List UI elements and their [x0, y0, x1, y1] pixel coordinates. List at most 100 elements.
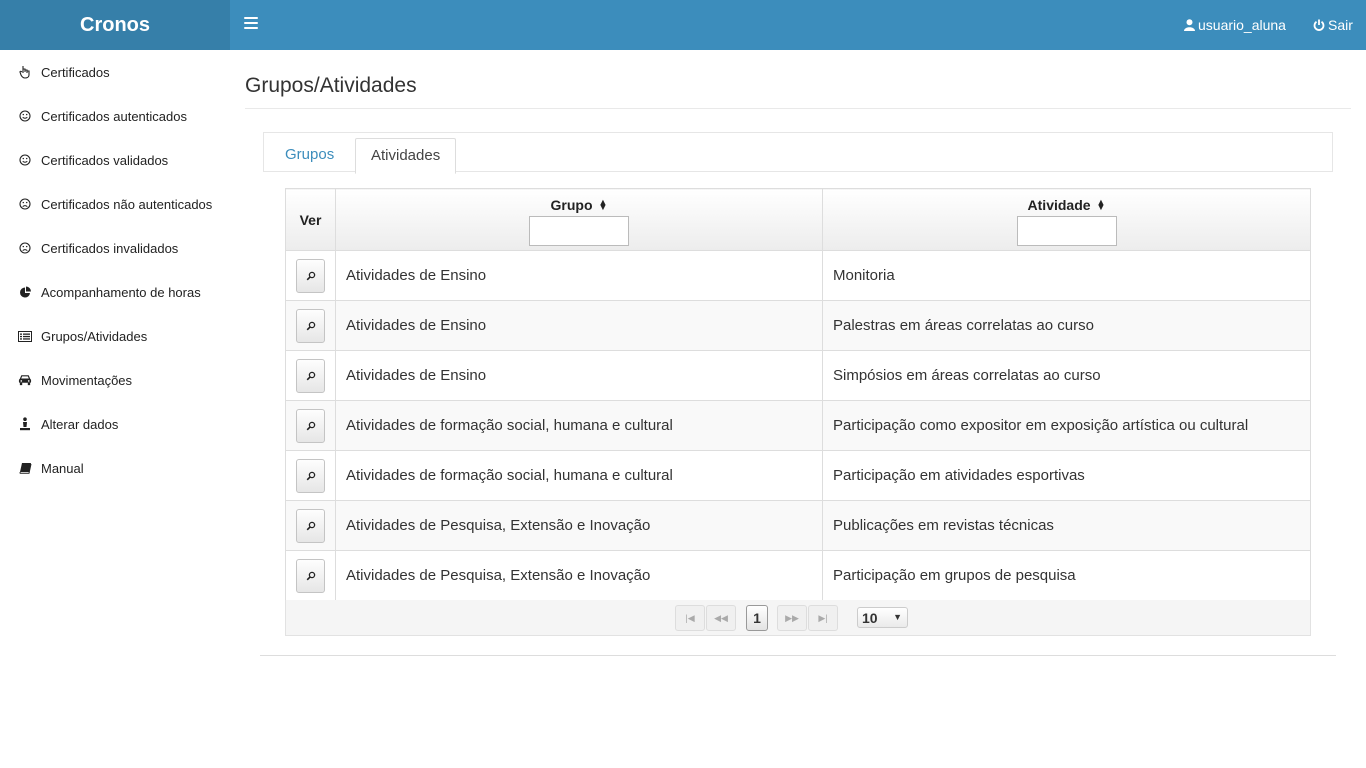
- search-icon: [306, 371, 315, 380]
- cell-atividade: Publicações em revistas técnicas: [822, 500, 1311, 551]
- tab-atividades[interactable]: Atividades: [355, 138, 457, 174]
- chevron-down-icon: ▼: [893, 612, 902, 622]
- prev-page-button[interactable]: ◀◀: [706, 605, 736, 631]
- cell-atividade: Palestras em áreas correlatas ao curso: [822, 300, 1311, 351]
- sidebar-item-label: Certificados: [41, 64, 110, 80]
- top-bar: Cronos usuario_aluna Sair: [0, 0, 1366, 50]
- column-header-ver: Ver: [285, 188, 336, 251]
- cell-grupo: Atividades de Ensino: [335, 350, 823, 401]
- power-icon: [1313, 19, 1325, 31]
- rows-per-page-select[interactable]: 10 ▼: [857, 607, 908, 628]
- sidebar-item-label: Certificados validados: [41, 152, 169, 168]
- user-icon: [1184, 19, 1195, 31]
- logout-button[interactable]: Sair: [1313, 0, 1353, 50]
- search-icon: [306, 571, 315, 580]
- column-header-label[interactable]: Atividade: [1028, 197, 1091, 213]
- view-button[interactable]: [296, 458, 325, 493]
- search-icon: [306, 421, 315, 430]
- grupo-filter-input[interactable]: [529, 215, 629, 246]
- atividade-filter-input[interactable]: [1016, 215, 1117, 246]
- column-header-grupo[interactable]: Grupo ▲ ▼: [335, 188, 823, 251]
- divider: [260, 655, 1336, 656]
- sidebar-item-label: Certificados invalidados: [41, 240, 179, 256]
- smile-icon: [18, 109, 32, 123]
- sidebar: Certificados Certificados autenticados C…: [0, 50, 230, 768]
- sidebar-item-certificados-validados[interactable]: Certificados validados: [0, 138, 230, 182]
- view-button[interactable]: [296, 558, 325, 593]
- sort-icon[interactable]: ▲ ▼: [599, 197, 608, 211]
- table-row: Atividades de Ensino Palestras em áreas …: [285, 300, 1311, 351]
- column-header-atividade[interactable]: Atividade ▲ ▼: [822, 188, 1311, 251]
- table-row: Atividades de Pesquisa, Extensão e Inova…: [285, 500, 1311, 551]
- sidebar-item-label: Grupos/Atividades: [41, 328, 148, 344]
- user-menu[interactable]: usuario_aluna: [1184, 0, 1286, 50]
- page-button-current[interactable]: 1: [746, 605, 768, 631]
- table-row: Atividades de Ensino Simpósios em áreas …: [285, 350, 1311, 401]
- cell-grupo: Atividades de formação social, humana e …: [335, 450, 823, 501]
- table-row: Atividades de formação social, humana e …: [285, 450, 1311, 501]
- sort-icon[interactable]: ▲ ▼: [1097, 197, 1106, 211]
- user-icon: [18, 417, 32, 431]
- last-page-button[interactable]: ▶|: [808, 605, 838, 631]
- column-header-label: Ver: [299, 211, 322, 228]
- sidebar-item-label: Alterar dados: [41, 416, 119, 432]
- sidebar-item-label: Acompanhamento de horas: [41, 284, 201, 300]
- sidebar-toggle-icon[interactable]: [244, 17, 258, 33]
- search-icon: [306, 521, 315, 530]
- sidebar-item-manual[interactable]: Manual: [0, 446, 230, 490]
- cell-grupo: Atividades de formação social, humana e …: [335, 400, 823, 451]
- sidebar-item-movimentacoes[interactable]: Movimentações: [0, 358, 230, 402]
- rows-per-page-value: 10: [862, 609, 878, 626]
- cell-atividade: Participação em atividades esportivas: [822, 450, 1311, 501]
- sidebar-item-label: Movimentações: [41, 372, 133, 388]
- pie-chart-icon: [18, 285, 32, 299]
- cell-atividade: Monitoria: [822, 250, 1311, 301]
- paginator: |◀ ◀◀ 1 ▶▶ ▶| 10 ▼: [285, 600, 1311, 636]
- view-button[interactable]: [296, 308, 325, 343]
- user-name: usuario_aluna: [1198, 17, 1286, 33]
- frown-icon: [18, 197, 32, 211]
- next-page-button[interactable]: ▶▶: [777, 605, 807, 631]
- view-button[interactable]: [296, 508, 325, 543]
- search-icon: [306, 321, 315, 330]
- logout-label: Sair: [1328, 17, 1353, 33]
- view-button[interactable]: [296, 358, 325, 393]
- page-title: Grupos/Atividades: [245, 74, 417, 97]
- app-brand[interactable]: Cronos: [0, 0, 230, 50]
- search-icon: [306, 471, 315, 480]
- sidebar-item-label: Manual: [41, 460, 84, 476]
- sidebar-item-label: Certificados não autenticados: [41, 196, 213, 212]
- tab-grupos[interactable]: Grupos: [270, 138, 349, 173]
- search-icon: [306, 271, 315, 280]
- column-header-label[interactable]: Grupo: [551, 197, 593, 213]
- smile-icon: [18, 153, 32, 167]
- cell-grupo: Atividades de Ensino: [335, 250, 823, 301]
- cell-atividade: Simpósios em áreas correlatas ao curso: [822, 350, 1311, 401]
- table-row: Atividades de formação social, humana e …: [285, 400, 1311, 451]
- sidebar-item-certificados[interactable]: Certificados: [0, 50, 230, 94]
- sidebar-item-certificados-autenticados[interactable]: Certificados autenticados: [0, 94, 230, 138]
- book-icon: [18, 461, 32, 475]
- cell-grupo: Atividades de Ensino: [335, 300, 823, 351]
- table-row: Atividades de Pesquisa, Extensão e Inova…: [285, 550, 1311, 601]
- tab-bar: Grupos Atividades: [263, 132, 1333, 174]
- list-alt-icon: [18, 329, 32, 343]
- sidebar-item-alterar-dados[interactable]: Alterar dados: [0, 402, 230, 446]
- sidebar-item-grupos-atividades[interactable]: Grupos/Atividades: [0, 314, 230, 358]
- first-page-button[interactable]: |◀: [675, 605, 705, 631]
- cell-grupo: Atividades de Pesquisa, Extensão e Inova…: [335, 550, 823, 601]
- view-button[interactable]: [296, 408, 325, 443]
- sidebar-item-certificados-invalidados[interactable]: Certificados invalidados: [0, 226, 230, 270]
- cell-atividade: Participação como expositor em exposição…: [822, 400, 1311, 451]
- activities-table: Ver Grupo ▲ ▼ Atividade ▲ ▼ Atividades de En…: [285, 188, 1311, 601]
- view-button[interactable]: [296, 258, 325, 293]
- sidebar-item-acompanhamento-de-horas[interactable]: Acompanhamento de horas: [0, 270, 230, 314]
- frown-icon: [18, 241, 32, 255]
- cell-atividade: Participação em grupos de pesquisa: [822, 550, 1311, 601]
- table-row: Atividades de Ensino Monitoria: [285, 250, 1311, 301]
- car-icon: [18, 373, 32, 387]
- sidebar-item-certificados-nao-autenticados[interactable]: Certificados não autenticados: [0, 182, 230, 226]
- sidebar-item-label: Certificados autenticados: [41, 108, 187, 124]
- hand-pointer-icon: [18, 65, 32, 79]
- divider: [245, 108, 1351, 109]
